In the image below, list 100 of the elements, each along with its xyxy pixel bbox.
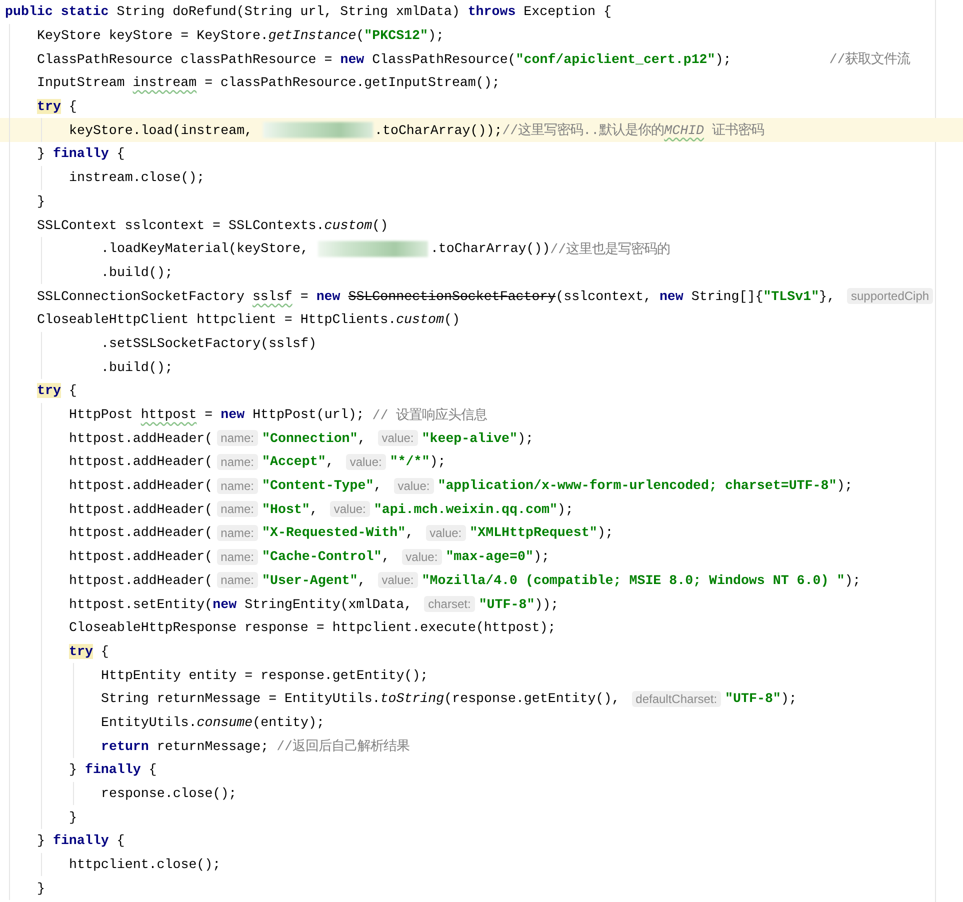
code-text: { bbox=[68, 383, 77, 398]
code-comment: //这里写密码..默认是你的 bbox=[502, 122, 664, 140]
parameter-hint: name: bbox=[216, 572, 258, 588]
code-text: instream bbox=[132, 75, 197, 90]
code-text: InputStream bbox=[37, 75, 126, 90]
code-keyword: new bbox=[659, 288, 684, 304]
code-text: () bbox=[372, 218, 388, 233]
code-text: httpost.addHeader( bbox=[69, 430, 213, 446]
string-literal: "XMLHttpRequest" bbox=[470, 525, 598, 540]
parameter-hint: value: bbox=[394, 478, 434, 494]
code-text: .loadKeyMaterial(keyStore, bbox=[101, 241, 310, 256]
code-comment: // 设置响应头信息 bbox=[372, 406, 488, 424]
parameter-hint: name: bbox=[216, 501, 258, 518]
code-text: HttpPost bbox=[69, 407, 134, 422]
code-keyword: finally bbox=[84, 762, 141, 778]
code-text: SSLConnectionSocketFactory bbox=[37, 288, 246, 304]
parameter-hint: charset: bbox=[424, 596, 475, 612]
code-text: } bbox=[37, 880, 45, 896]
code-text: instream.close(); bbox=[69, 170, 205, 186]
string-literal: "Host" bbox=[262, 502, 310, 517]
code-text: ); bbox=[533, 549, 550, 564]
code-text: { bbox=[148, 762, 157, 778]
parameter-hint: name: bbox=[216, 478, 258, 494]
string-literal: "TLSv1" bbox=[763, 288, 820, 304]
code-text: sslsf bbox=[252, 288, 292, 304]
code-text: { bbox=[116, 833, 125, 848]
string-literal: "UTF-8" bbox=[478, 596, 535, 612]
code-text: .toCharArray()) bbox=[430, 241, 550, 256]
code-text: (sslcontext, bbox=[556, 288, 652, 304]
code-text: ); bbox=[836, 478, 853, 494]
code-keyword: new bbox=[340, 52, 364, 67]
code-text: KeyStore keyStore = KeyStore. bbox=[37, 28, 268, 44]
code-text: HttpPost(url); bbox=[252, 407, 366, 422]
code-text: ); bbox=[518, 430, 534, 446]
code-text: httpost.addHeader( bbox=[69, 502, 213, 517]
code-comment: //获取文件流 bbox=[829, 50, 910, 68]
code-text: , bbox=[326, 454, 335, 470]
code-text: String[]{ bbox=[690, 288, 764, 304]
code-text: ); bbox=[557, 502, 574, 517]
string-literal: "Content-Type" bbox=[262, 478, 374, 494]
parameter-hint: name: bbox=[216, 454, 258, 470]
code-text: httpost.setEntity( bbox=[69, 596, 213, 612]
code-text: ); bbox=[430, 454, 446, 470]
code-comment: //返回后自己解析结果 bbox=[276, 738, 410, 756]
code-text: EntityUtils. bbox=[101, 714, 197, 730]
code-text: .toCharArray()); bbox=[374, 122, 502, 138]
code-text: httpclient.close(); bbox=[69, 857, 221, 872]
code-text: CloseableHttpClient httpclient = HttpClients. bbox=[37, 312, 396, 328]
string-literal: "keep-alive" bbox=[422, 430, 518, 446]
static-method-name: toString bbox=[380, 691, 444, 706]
string-literal: "PKCS12" bbox=[364, 28, 428, 44]
static-method-name: consume bbox=[196, 714, 253, 730]
code-text: () bbox=[444, 312, 460, 328]
string-literal: "Connection" bbox=[262, 430, 358, 446]
code-text: } bbox=[37, 146, 46, 162]
string-literal: "User-Agent" bbox=[262, 572, 358, 588]
static-method-name: custom bbox=[324, 218, 372, 233]
string-literal: "conf/apiclient_cert.p12" bbox=[516, 52, 716, 67]
code-text: ); bbox=[780, 691, 797, 706]
code-comment: 证书密码 bbox=[710, 122, 764, 140]
code-text: } bbox=[37, 833, 46, 848]
code-text: } bbox=[69, 762, 78, 778]
code-text: String doRefund(String url, String xmlData) bbox=[116, 4, 461, 20]
static-method-name: getInstance bbox=[268, 28, 356, 44]
code-text: = classPathResource.getInputStream(); bbox=[204, 75, 500, 90]
parameter-hint: value: bbox=[346, 454, 386, 470]
code-keyword: new bbox=[212, 596, 237, 612]
string-literal: "Cache-Control" bbox=[262, 549, 382, 564]
code-keyword: public static bbox=[5, 4, 109, 20]
code-text: httpost bbox=[140, 407, 197, 422]
code-text: (entity); bbox=[252, 714, 324, 730]
string-literal: "application/x-www-form-urlencoded; charset=UTF-8" bbox=[438, 478, 837, 494]
code-keyword: finally bbox=[52, 146, 109, 162]
code-text: { bbox=[68, 99, 77, 114]
string-literal: "Accept" bbox=[262, 454, 326, 470]
string-literal: "Mozilla/4.0 (compatible; MSIE 8.0; Windows NT 6.0) " bbox=[422, 572, 845, 588]
code-comment: //这里也是写密码的 bbox=[550, 240, 670, 258]
code-text: .build(); bbox=[101, 360, 173, 375]
code-text: = bbox=[204, 407, 214, 422]
code-text: ( bbox=[356, 28, 364, 44]
code-text: ); bbox=[844, 572, 861, 588]
parameter-hint: value: bbox=[378, 572, 418, 588]
parameter-hint: value: bbox=[402, 548, 442, 565]
code-text: httpost.addHeader( bbox=[69, 525, 213, 540]
code-text: , bbox=[358, 572, 367, 588]
code-comment: MCHID bbox=[664, 122, 704, 138]
string-literal: "X-Requested-With" bbox=[262, 525, 406, 540]
code-text: , bbox=[374, 478, 383, 494]
code-text: , bbox=[382, 549, 391, 564]
code-text: ); bbox=[715, 52, 732, 67]
parameter-hint: name: bbox=[216, 524, 258, 541]
code-text: CloseableHttpResponse response = httpclient.execute(httpost); bbox=[69, 620, 556, 636]
code-text: (response.getEntity(), bbox=[444, 691, 621, 706]
static-method-name: custom bbox=[396, 312, 444, 328]
code-keyword: throws bbox=[468, 4, 516, 20]
code-text: ClassPathResource( bbox=[371, 52, 516, 67]
code-text: , bbox=[406, 525, 415, 540]
parameter-hint: defaultCharset: bbox=[632, 690, 722, 707]
string-literal: "UTF-8" bbox=[725, 691, 781, 706]
parameter-hint: name: bbox=[216, 548, 258, 565]
